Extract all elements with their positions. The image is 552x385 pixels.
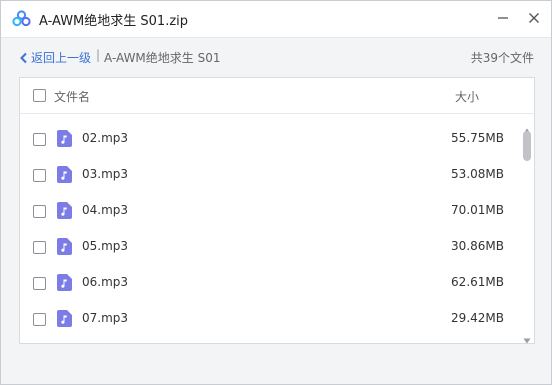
row-checkbox[interactable] — [33, 313, 46, 326]
file-name: 02.mp3 — [82, 131, 129, 145]
file-size: 53.08MB — [451, 167, 504, 181]
breadcrumb-current: A-AWM绝地求生 S01 — [104, 51, 221, 65]
audio-file-icon — [57, 310, 72, 327]
column-header-size: 大小 — [455, 90, 480, 104]
cloud-logo-icon — [12, 10, 31, 27]
audio-file-icon — [57, 130, 72, 147]
archive-preview-window: A-AWM绝地求生 S01.zip 返回上一级 | A-AWM绝地求生 S01 … — [0, 0, 552, 385]
scroll-down-arrow-icon[interactable] — [523, 329, 531, 348]
scrollbar-thumb[interactable] — [523, 131, 531, 161]
file-list-panel: 文件名 大小 02.mp3 55.75MB 03.mp3 53.08MB 04.… — [19, 77, 535, 344]
file-name: 07.mp3 — [82, 311, 129, 325]
file-count: 共39个文件 — [470, 51, 534, 65]
audio-file-icon — [57, 166, 72, 183]
file-name: 05.mp3 — [82, 239, 129, 253]
column-header-name: 文件名 — [54, 90, 91, 104]
row-checkbox[interactable] — [33, 133, 46, 146]
chevron-left-icon — [20, 52, 27, 63]
close-button[interactable] — [523, 7, 545, 29]
select-all-checkbox[interactable] — [33, 89, 46, 102]
file-list-header: 文件名 大小 — [20, 78, 534, 114]
file-size: 70.01MB — [451, 203, 504, 217]
breadcrumb-separator: | — [96, 48, 101, 62]
file-name: 06.mp3 — [82, 275, 129, 289]
audio-file-icon — [57, 274, 72, 291]
row-checkbox[interactable] — [33, 241, 46, 254]
title-bar: A-AWM绝地求生 S01.zip — [1, 1, 551, 38]
table-row[interactable]: 02.mp3 55.75MB — [20, 121, 520, 157]
file-name: 03.mp3 — [82, 167, 129, 181]
file-list: 02.mp3 55.75MB 03.mp3 53.08MB 04.mp3 70.… — [20, 114, 520, 342]
audio-file-icon — [57, 202, 72, 219]
file-size: 29.42MB — [451, 311, 504, 325]
minimize-button[interactable] — [492, 7, 514, 29]
table-row[interactable]: 04.mp3 70.01MB — [20, 193, 520, 229]
breadcrumb-bar: 返回上一级 | A-AWM绝地求生 S01 共39个文件 — [1, 45, 551, 71]
row-checkbox[interactable] — [33, 169, 46, 182]
file-size: 30.86MB — [451, 239, 504, 253]
window-title: A-AWM绝地求生 S01.zip — [39, 14, 189, 29]
table-row[interactable]: 07.mp3 29.42MB — [20, 301, 520, 337]
file-name: 04.mp3 — [82, 203, 129, 217]
table-row[interactable]: 05.mp3 30.86MB — [20, 229, 520, 265]
table-row[interactable]: 03.mp3 53.08MB — [20, 157, 520, 193]
table-row[interactable]: 06.mp3 62.61MB — [20, 265, 520, 301]
close-icon — [529, 13, 539, 23]
row-checkbox[interactable] — [33, 205, 46, 218]
vertical-scrollbar[interactable] — [520, 114, 534, 344]
audio-file-icon — [57, 238, 72, 255]
back-label: 返回上一级 — [31, 51, 92, 65]
row-checkbox[interactable] — [33, 277, 46, 290]
file-size: 62.61MB — [451, 275, 504, 289]
file-size: 55.75MB — [451, 131, 504, 145]
minimize-icon — [498, 17, 508, 19]
back-button[interactable]: 返回上一级 — [19, 49, 91, 66]
